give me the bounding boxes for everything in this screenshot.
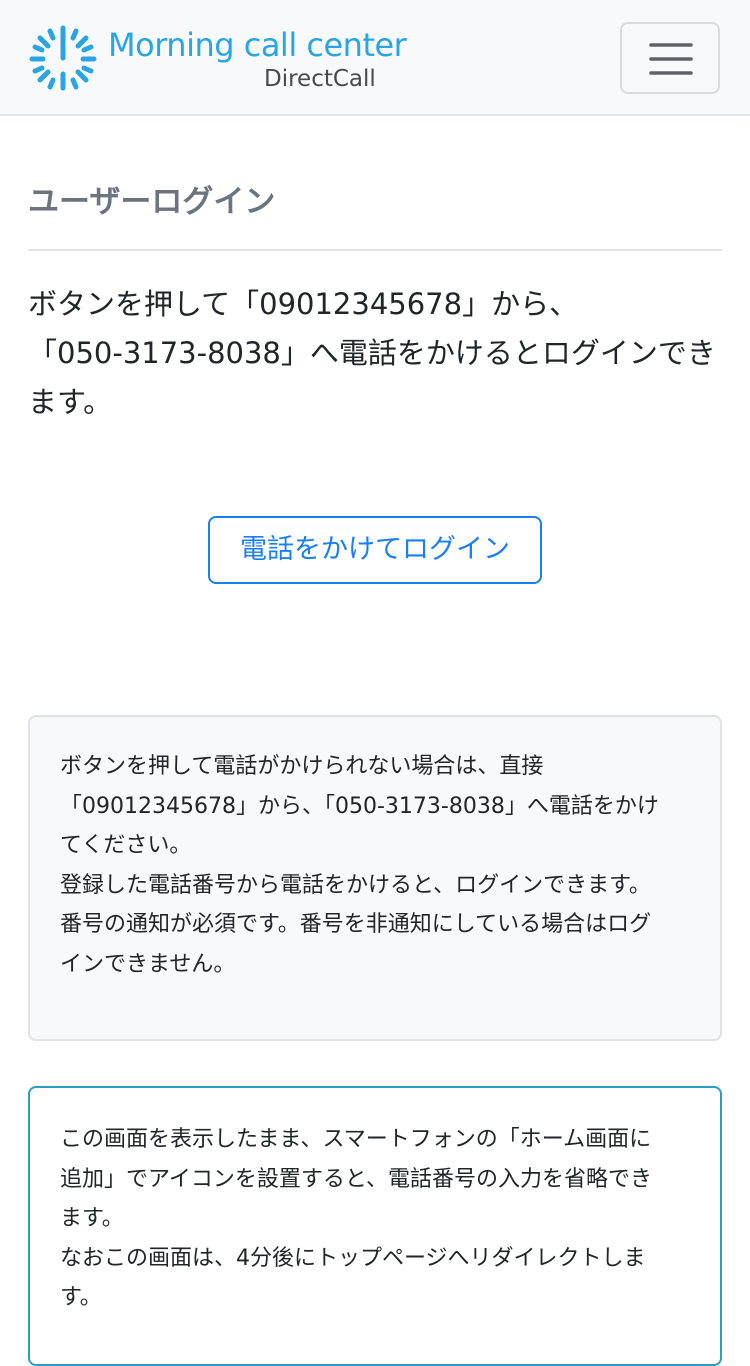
home-screen-info-box: この画面を表示したまま、スマートフォンの「ホーム画面に 追加」でアイコンを設置す… (28, 1086, 722, 1366)
info-line: ます。 (60, 1206, 124, 1231)
menu-toggle-button[interactable] (620, 22, 720, 94)
notice-line: 登録した電話番号から電話をかけると、ログインできます。 (60, 872, 651, 898)
notice-line: てください。 (60, 833, 192, 858)
notice-line: インできません。 (60, 951, 236, 977)
notice-line: 「09012345678」から、「050-3173-8038」へ電話をかけ (60, 793, 659, 819)
info-line: なおこの画面は、4分後にトップページへリダイレクトしま (60, 1245, 646, 1271)
home-screen-info-text: この画面を表示したまま、スマートフォンの「ホーム画面に 追加」でアイコンを設置す… (60, 1120, 690, 1318)
page-title: ユーザーログイン (28, 184, 276, 220)
instruction-line: 「050-3173-8038」へ電話をかけるとログインでき (28, 336, 716, 370)
notice-line: ボタンを押して電話がかけられない場合は、直接 (60, 754, 544, 779)
brand-title: Morning call center (108, 26, 407, 64)
instruction-line: ます。 (28, 385, 113, 419)
login-instructions: ボタンを押して「09012345678」から、 「050-3173-8038」へ… (28, 280, 728, 427)
sunburst-icon (28, 24, 98, 94)
info-line: この画面を表示したまま、スマートフォンの「ホーム画面に (60, 1127, 652, 1152)
brand-logo-link[interactable]: Morning call center DirectCall (28, 24, 408, 94)
title-divider (28, 249, 722, 251)
fallback-notice-text: ボタンを押して電話がかけられない場合は、直接 「09012345678」から、「… (60, 747, 690, 984)
info-line: す。 (60, 1285, 102, 1310)
call-to-login-button[interactable]: 電話をかけてログイン (208, 516, 542, 584)
hamburger-icon (649, 43, 693, 75)
brand-subtitle: DirectCall (264, 66, 376, 92)
info-line: 追加」でアイコンを設置すると、電話番号の入力を省略でき (60, 1166, 653, 1192)
notice-line: 番号の通知が必須です。番号を非通知にしている場合はログ (60, 912, 652, 937)
instruction-line: ボタンを押して「09012345678」から、 (28, 287, 579, 321)
fallback-notice-box: ボタンを押して電話がかけられない場合は、直接 「09012345678」から、「… (28, 715, 722, 1041)
top-navbar: Morning call center DirectCall (0, 0, 750, 116)
